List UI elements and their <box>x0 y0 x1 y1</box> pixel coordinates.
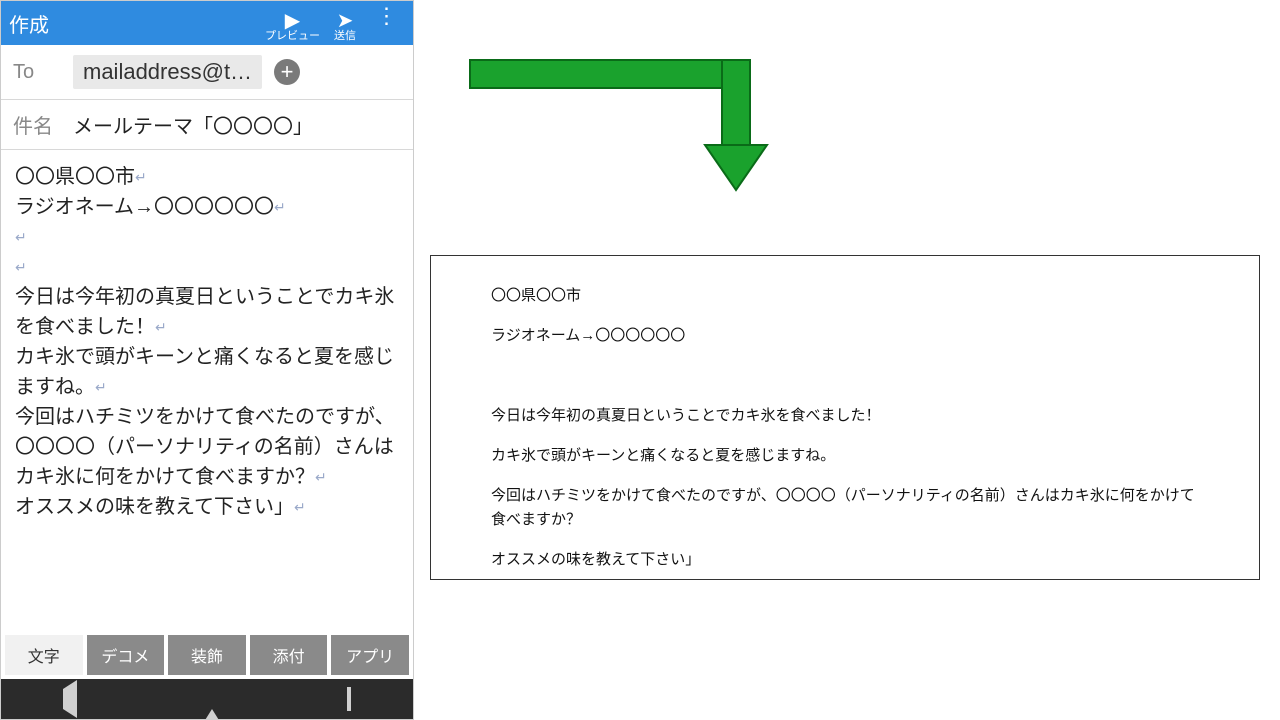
newline-icon: ↵ <box>274 199 286 215</box>
topbar-actions: ▶ プレビュー ➤ 送信 ⋮ その他 <box>265 5 405 42</box>
body-line: 〇〇県〇〇市↵ <box>15 162 399 192</box>
subject-value: メールテーマ「〇〇〇〇」 <box>73 110 313 139</box>
play-icon: ▶ <box>285 11 300 31</box>
send-label: 送信 <box>334 31 356 42</box>
topbar-left: 作成 <box>9 9 49 38</box>
arrow-icon <box>450 50 800 210</box>
body-line: ↵ <box>15 252 399 282</box>
result-line: ラジオネーム→〇〇〇〇〇〇 <box>491 324 1199 348</box>
newline-icon: ↵ <box>95 379 107 395</box>
subject-label: 件名 <box>13 110 61 139</box>
nav-home-icon[interactable] <box>202 689 222 710</box>
tab-style[interactable]: 装飾 <box>168 635 246 675</box>
add-recipient-button[interactable]: + <box>274 59 300 85</box>
body-line: カキ氷で頭がキーンと痛くなると夏を感じますね。↵ <box>15 342 399 402</box>
phone-mockup: 作成 ▶ プレビュー ➤ 送信 ⋮ その他 To mailaddress@t… <box>0 0 414 720</box>
compose-topbar: 作成 ▶ プレビュー ➤ 送信 ⋮ その他 <box>1 1 413 45</box>
to-label: To <box>13 61 61 84</box>
result-line: 〇〇県〇〇市 <box>491 284 1199 308</box>
preview-button[interactable]: ▶ プレビュー <box>265 11 320 42</box>
message-body[interactable]: 〇〇県〇〇市↵ラジオネーム→〇〇〇〇〇〇↵↵↵今日は今年初の真夏日ということでカ… <box>1 150 413 534</box>
nav-recent-icon[interactable] <box>347 689 351 710</box>
flow-arrow <box>450 50 800 215</box>
body-line: 今回はハチミツをかけて食べたのですが、〇〇〇〇（パーソナリティの名前）さんはカキ… <box>15 402 399 492</box>
newline-icon: ↵ <box>15 229 27 245</box>
body-line: オススメの味を教えて下さい」↵ <box>15 492 399 522</box>
compose-tabs: 文字 デコメ 装飾 添付 アプリ <box>1 631 413 679</box>
diagram-stage: 作成 ▶ プレビュー ➤ 送信 ⋮ その他 To mailaddress@t… <box>0 0 1280 720</box>
body-line: ↵ <box>15 222 399 252</box>
newline-icon: ↵ <box>294 499 306 515</box>
tab-attach[interactable]: 添付 <box>250 635 328 675</box>
screen-title: 作成 <box>9 9 49 38</box>
newline-icon: ↵ <box>155 319 167 335</box>
recipient-chip[interactable]: mailaddress@t… <box>73 55 262 89</box>
send-button[interactable]: ➤ 送信 <box>334 11 356 42</box>
newline-icon: ↵ <box>315 469 327 485</box>
subject-row[interactable]: 件名 メールテーマ「〇〇〇〇」 <box>1 100 413 150</box>
kebab-icon: ⋮ <box>376 5 398 31</box>
tab-text[interactable]: 文字 <box>5 635 83 675</box>
body-line: 今日は今年初の真夏日ということでカキ氷を食べました！↵ <box>15 282 399 342</box>
overflow-button[interactable]: ⋮ その他 <box>370 5 403 42</box>
result-line: オススメの味を教えて下さい」 <box>491 548 1199 572</box>
send-icon: ➤ <box>337 11 354 31</box>
tab-decome[interactable]: デコメ <box>87 635 165 675</box>
result-line: カキ氷で頭がキーンと痛くなると夏を感じますね。 <box>491 444 1199 468</box>
result-line <box>491 364 1199 388</box>
result-line: 今日は今年初の真夏日ということでカキ氷を食べました！ <box>491 404 1199 428</box>
android-navbar <box>1 679 413 719</box>
tab-app[interactable]: アプリ <box>331 635 409 675</box>
result-line: 今回はハチミツをかけて食べたのですが、〇〇〇〇（パーソナリティの名前）さんはカキ… <box>491 484 1199 532</box>
preview-label: プレビュー <box>265 31 320 42</box>
body-line: ラジオネーム→〇〇〇〇〇〇↵ <box>15 192 399 222</box>
nav-back-icon[interactable] <box>63 689 77 710</box>
to-row[interactable]: To mailaddress@t… + <box>1 45 413 100</box>
newline-icon: ↵ <box>135 169 147 185</box>
newline-icon: ↵ <box>15 259 27 275</box>
result-box: 〇〇県〇〇市ラジオネーム→〇〇〇〇〇〇 今日は今年初の真夏日ということでカキ氷を… <box>430 255 1260 580</box>
